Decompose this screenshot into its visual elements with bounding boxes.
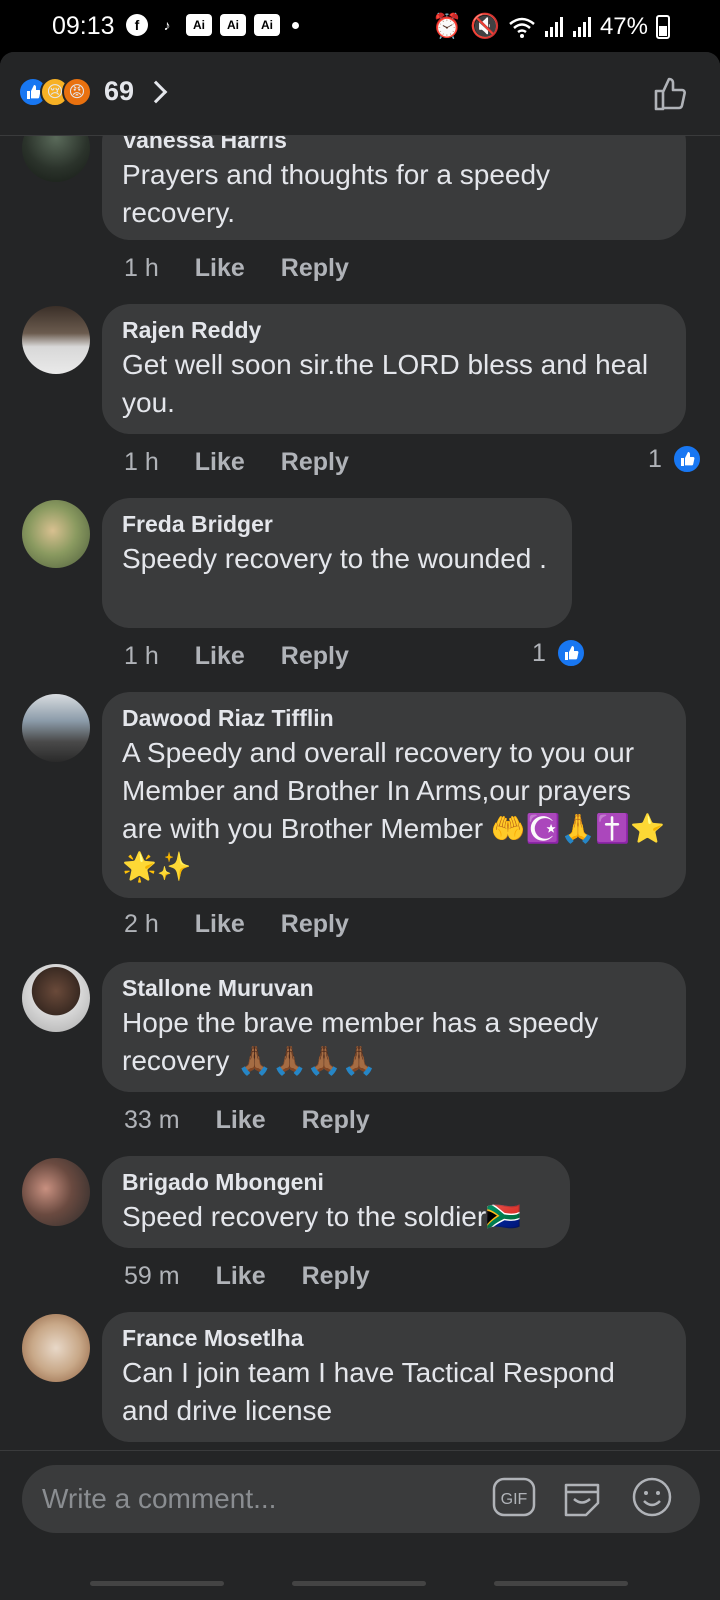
- avatar[interactable]: [22, 500, 90, 568]
- comment-text: Get well soon sir.the LORD bless and hea…: [122, 349, 649, 418]
- mute-icon: 🔇: [470, 13, 500, 40]
- sticker-icon[interactable]: [560, 1475, 604, 1519]
- comment-bubble[interactable]: Brigado Mbongeni Speed recovery to the s…: [102, 1156, 570, 1248]
- comment-bubble[interactable]: Rajen Reddy Get well soon sir.the LORD b…: [102, 304, 686, 434]
- ai-icon: Ai: [254, 14, 280, 36]
- alarm-icon: ⏰: [432, 13, 463, 40]
- signal-icon: [572, 16, 591, 37]
- system-icons: ⏰ 🔇 47%: [432, 12, 670, 41]
- comment-actions: 33 m Like Reply: [124, 1106, 370, 1135]
- avatar[interactable]: [22, 694, 90, 762]
- comment-author[interactable]: Dawood Riaz Tifflin: [122, 704, 666, 732]
- gif-label: GIF: [501, 1491, 528, 1508]
- reaction-count: 69: [104, 76, 135, 106]
- battery-icon: [656, 14, 670, 39]
- like-button[interactable]: Like: [195, 254, 245, 283]
- comment-author[interactable]: Stallone Muruvan: [122, 974, 666, 1002]
- reactions-header: 😢 😡 69: [0, 52, 720, 136]
- like-badge-icon: [671, 444, 702, 474]
- comment-text: Hope the brave member has a speedy recov…: [122, 1007, 599, 1076]
- like-count-value: 1: [648, 444, 662, 473]
- comment-text: A Speedy and overall recovery to you our…: [122, 737, 666, 882]
- emoji-icon[interactable]: [630, 1475, 674, 1519]
- comment-actions: 2 h Like Reply: [124, 910, 349, 939]
- signal-icon: [544, 16, 563, 37]
- avatar[interactable]: [22, 1314, 90, 1382]
- angry-reaction-icon: 😡: [62, 76, 92, 107]
- reply-button[interactable]: Reply: [281, 910, 349, 939]
- like-icon[interactable]: [650, 74, 690, 114]
- like-badge-icon: [555, 638, 586, 668]
- comment-bubble[interactable]: Stallone Muruvan Hope the brave member h…: [102, 962, 686, 1092]
- comment-author[interactable]: France Mosetlha: [122, 1324, 666, 1352]
- comment-actions: 1 h Like Reply: [124, 642, 349, 671]
- like-button[interactable]: Like: [195, 910, 245, 939]
- facebook-icon: f: [126, 14, 148, 36]
- like-button[interactable]: Like: [195, 448, 245, 477]
- reply-button[interactable]: Reply: [281, 254, 349, 283]
- comment-text: Can I join team I have Tactical Respond …: [122, 1357, 615, 1426]
- nav-recents-handle[interactable]: [494, 1581, 628, 1586]
- status-time: 09:13: [52, 12, 115, 40]
- reactions-summary[interactable]: 😢 😡 69: [18, 76, 168, 107]
- comment-time: 33 m: [124, 1106, 180, 1134]
- like-button[interactable]: Like: [195, 642, 245, 671]
- comment-actions: 1 h Like Reply: [124, 254, 349, 283]
- reply-button[interactable]: Reply: [302, 1106, 370, 1135]
- comment-author[interactable]: Freda Bridger: [122, 510, 552, 538]
- battery-percent: 47%: [599, 12, 648, 40]
- comment-actions: 59 m Like Reply: [124, 1262, 370, 1291]
- comments-sheet: 😢 😡 69 Vanessa Harris Prayers and though…: [0, 52, 720, 1600]
- comment-text: Prayers and thoughts for a speedy recove…: [122, 159, 551, 228]
- avatar[interactable]: [22, 306, 90, 374]
- like-button[interactable]: Like: [216, 1106, 266, 1135]
- avatar[interactable]: [22, 1158, 90, 1226]
- comment-author[interactable]: Rajen Reddy: [122, 316, 666, 344]
- comment-like-count[interactable]: 1: [532, 638, 586, 668]
- comment-time: 1 h: [124, 642, 159, 670]
- comment-time: 2 h: [124, 910, 159, 938]
- reply-button[interactable]: Reply: [281, 448, 349, 477]
- ai-icon: Ai: [220, 14, 246, 36]
- comment-text: Speedy recovery to the wounded .: [122, 543, 547, 574]
- chevron-right-icon: [144, 80, 168, 103]
- like-count-value: 1: [532, 638, 546, 667]
- comment-time: 1 h: [124, 448, 159, 476]
- status-bar: 09:13 f ♪ Ai Ai Ai ⏰ 🔇 47%: [0, 0, 720, 52]
- comment-text: Speed recovery to the soldier🇿🇦: [122, 1201, 522, 1232]
- nav-home-handle[interactable]: [292, 1581, 426, 1586]
- comment-like-count[interactable]: 1: [648, 444, 702, 474]
- notification-icons: f ♪ Ai Ai Ai: [126, 14, 299, 36]
- comment-actions: 1 h Like Reply: [124, 448, 349, 477]
- navigation-bar: [0, 1581, 720, 1600]
- reply-button[interactable]: Reply: [281, 642, 349, 671]
- wifi-icon: [509, 17, 535, 38]
- more-notifications-dot: [292, 21, 299, 29]
- like-button[interactable]: Like: [216, 1262, 266, 1291]
- comment-time: 59 m: [124, 1262, 180, 1290]
- comment-composer: GIF: [0, 1450, 720, 1600]
- avatar[interactable]: [22, 964, 90, 1032]
- ai-icon: Ai: [186, 14, 212, 36]
- comment-bubble[interactable]: Freda Bridger Speedy recovery to the wou…: [102, 498, 572, 628]
- reply-button[interactable]: Reply: [302, 1262, 370, 1291]
- comment-bubble[interactable]: France Mosetlha Can I join team I have T…: [102, 1312, 686, 1442]
- tiktok-icon: ♪: [163, 17, 171, 33]
- comment-bubble[interactable]: Dawood Riaz Tifflin A Speedy and overall…: [102, 692, 686, 898]
- gif-icon[interactable]: GIF: [492, 1475, 536, 1519]
- comment-author[interactable]: Brigado Mbongeni: [122, 1168, 550, 1196]
- comment-time: 1 h: [124, 254, 159, 282]
- nav-back-handle[interactable]: [90, 1581, 224, 1586]
